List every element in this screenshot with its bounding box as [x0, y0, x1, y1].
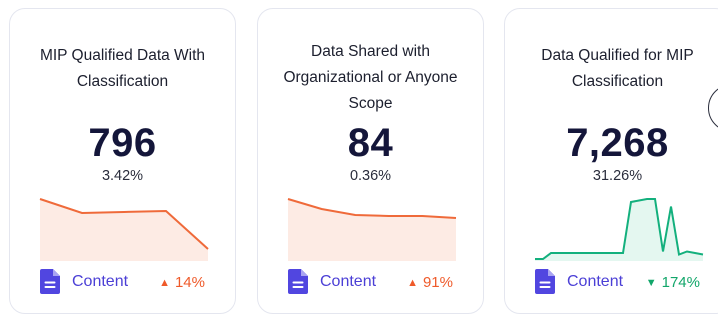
sparkline-chart [535, 198, 704, 261]
metric-card-data-qualified-mip[interactable]: Data Qualified for MIP Classification 7,… [504, 8, 718, 314]
card-value: 7,268 [566, 121, 669, 165]
document-icon [40, 269, 60, 294]
card-value: 796 [88, 121, 157, 165]
trend-value: 91% [422, 274, 453, 291]
trend-indicator: ▲ 14% [159, 273, 205, 293]
footer-label-content[interactable]: Content [567, 272, 623, 292]
triangle-up-icon: ▲ [159, 277, 170, 289]
card-value: 84 [347, 121, 394, 165]
footer-label-content[interactable]: Content [320, 272, 376, 292]
metric-card-data-shared-scope[interactable]: Data Shared with Organizational or Anyon… [257, 8, 484, 314]
card-title: Data Qualified for MIP Classification [541, 47, 694, 90]
card-title: MIP Qualified Data With Classification [39, 47, 206, 90]
triangle-up-icon: ▲ [407, 277, 418, 289]
document-icon [288, 269, 308, 294]
sparkline-chart [287, 198, 457, 261]
sparkline-line [535, 198, 704, 260]
card-percentage: 31.26% [592, 168, 643, 184]
sparkline-area [288, 199, 456, 261]
document-icon [535, 269, 555, 294]
card-percentage: 0.36% [349, 168, 392, 184]
trend-value: 174% [661, 274, 700, 291]
trend-indicator: ▼ 174% [646, 273, 700, 293]
metrics-canvas: MIP Qualified Data With Classification 7… [0, 0, 718, 316]
triangle-down-icon: ▼ [645, 277, 657, 289]
card-footer: Content ▲ 91% [288, 267, 453, 297]
trend-value: 14% [174, 274, 205, 291]
sparkline-chart [39, 198, 209, 261]
metric-card-mip-qualified-classification[interactable]: MIP Qualified Data With Classification 7… [9, 8, 236, 314]
trend-indicator: ▲ 91% [407, 273, 453, 293]
card-footer: Content ▲ 14% [40, 267, 205, 297]
card-percentage: 3.42% [101, 168, 144, 184]
card-footer: Content ▼ 174% [535, 267, 700, 297]
card-title: Data Shared with Organizational or Anyon… [283, 43, 458, 112]
footer-label-content[interactable]: Content [72, 272, 128, 292]
